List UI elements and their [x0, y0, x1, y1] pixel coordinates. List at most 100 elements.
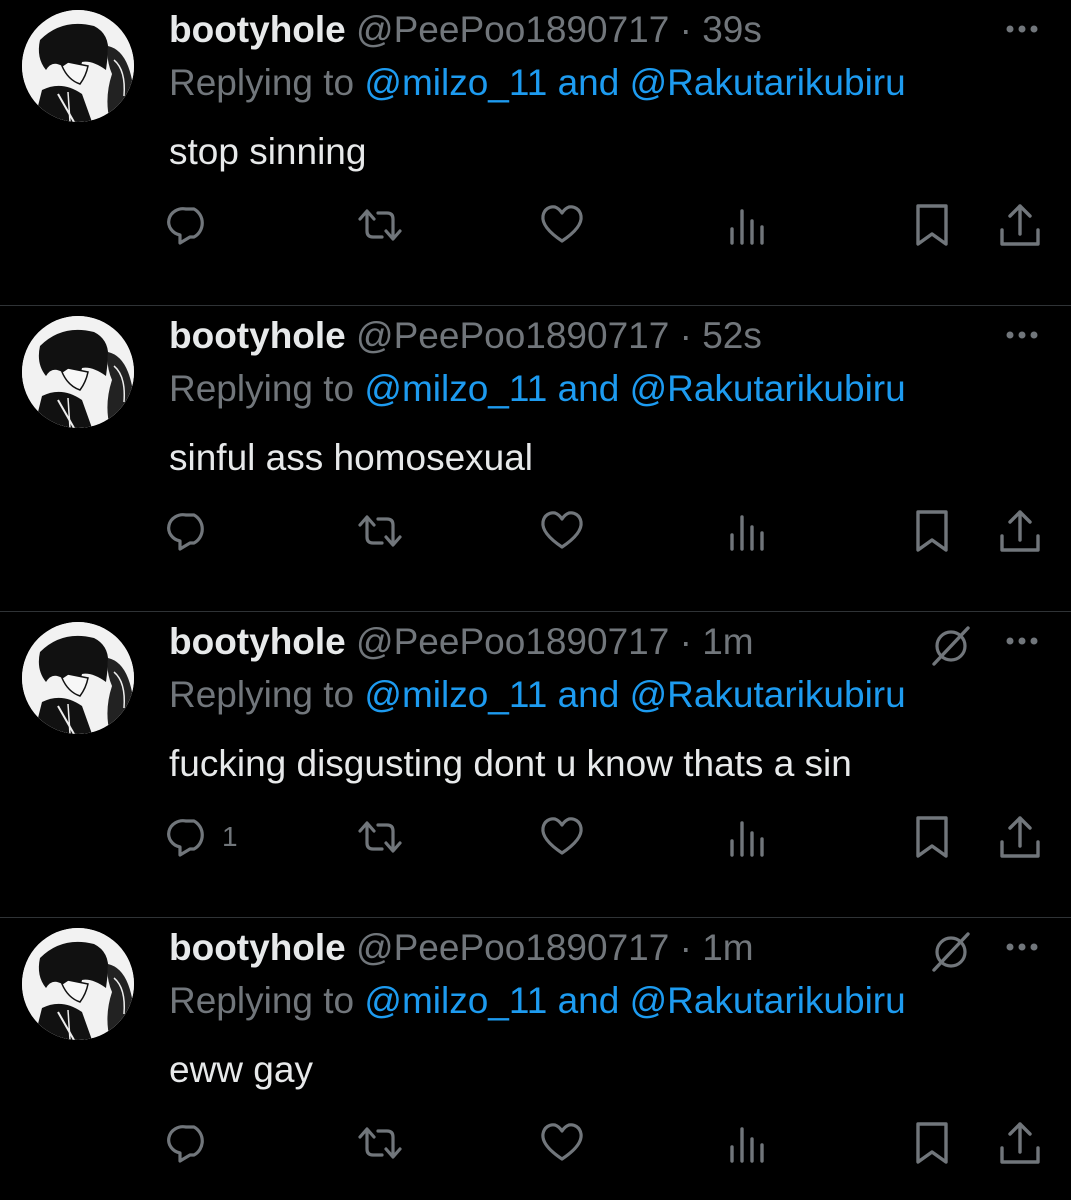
share-button[interactable] — [996, 807, 1044, 867]
replying-to-label: Replying to — [169, 674, 355, 715]
display-name[interactable]: bootyhole — [169, 9, 346, 50]
bookmark-icon — [916, 204, 948, 246]
mention-link[interactable]: @Rakutarikubiru — [630, 980, 906, 1021]
views-icon — [730, 821, 764, 857]
more-icon[interactable] — [1002, 626, 1042, 656]
reply-feed: bootyhole @PeePoo1890717 · 39s Replying … — [0, 0, 1071, 1200]
replying-to-line: Replying to @milzo_11 and @Rakutarikubir… — [169, 978, 906, 1024]
bookmark-button[interactable] — [910, 501, 954, 561]
like-button[interactable] — [537, 1113, 587, 1173]
mention-link[interactable]: @milzo_11 — [364, 674, 547, 715]
reply-button[interactable]: 1 — [166, 807, 238, 867]
more-icon[interactable] — [1002, 14, 1042, 44]
mention-link[interactable]: @Rakutarikubiru — [630, 62, 906, 103]
retweet-button[interactable] — [354, 501, 406, 561]
share-button[interactable] — [996, 1113, 1044, 1173]
tweet-header: bootyhole @PeePoo1890717 · 39s — [169, 8, 762, 52]
heart-icon — [541, 1123, 583, 1161]
user-handle[interactable]: @PeePoo1890717 — [356, 9, 669, 50]
heart-icon — [541, 205, 583, 243]
avatar[interactable] — [22, 10, 134, 122]
tweet-text: fucking disgusting dont u know thats a s… — [169, 743, 852, 784]
bookmark-button[interactable] — [910, 1113, 954, 1173]
replying-to-label: Replying to — [169, 62, 355, 103]
display-name[interactable]: bootyhole — [169, 927, 346, 968]
tweet-header: bootyhole @PeePoo1890717 · 1m — [169, 620, 754, 664]
share-icon — [1000, 1122, 1040, 1164]
reply-icon — [167, 513, 204, 551]
display-name[interactable]: bootyhole — [169, 621, 346, 662]
tweet-actions — [0, 1113, 1071, 1173]
mention-joiner: and — [557, 980, 620, 1021]
retweet-icon — [358, 209, 402, 241]
avatar[interactable] — [22, 316, 134, 428]
views-button[interactable] — [724, 1113, 770, 1173]
reply-button[interactable] — [166, 195, 222, 255]
mention-joiner: and — [557, 62, 620, 103]
share-button[interactable] — [996, 501, 1044, 561]
reply-icon — [167, 207, 204, 245]
separator-dot: · — [679, 927, 692, 968]
like-button[interactable] — [537, 195, 587, 255]
user-handle[interactable]: @PeePoo1890717 — [356, 315, 669, 356]
reply-icon — [167, 819, 204, 857]
muted-icon[interactable] — [928, 928, 974, 974]
views-button[interactable] — [724, 807, 770, 867]
like-button[interactable] — [537, 501, 587, 561]
views-icon — [730, 1127, 764, 1163]
tweet[interactable]: bootyhole @PeePoo1890717 · 52s Replying … — [0, 306, 1071, 612]
share-icon — [1000, 204, 1040, 246]
user-handle[interactable]: @PeePoo1890717 — [356, 927, 669, 968]
bookmark-icon — [916, 816, 948, 858]
reply-button[interactable] — [166, 501, 222, 561]
display-name[interactable]: bootyhole — [169, 315, 346, 356]
tweet-header: bootyhole @PeePoo1890717 · 1m — [169, 926, 754, 970]
retweet-button[interactable] — [354, 1113, 406, 1173]
reply-button[interactable] — [166, 1113, 222, 1173]
muted-icon[interactable] — [928, 622, 974, 668]
mention-joiner: and — [557, 674, 620, 715]
user-handle[interactable]: @PeePoo1890717 — [356, 621, 669, 662]
views-button[interactable] — [724, 195, 770, 255]
mention-link[interactable]: @Rakutarikubiru — [630, 674, 906, 715]
timestamp[interactable]: 1m — [702, 621, 753, 662]
more-icon[interactable] — [1002, 320, 1042, 350]
like-button[interactable] — [537, 807, 587, 867]
avatar-image — [22, 622, 134, 734]
share-button[interactable] — [996, 195, 1044, 255]
tweet[interactable]: bootyhole @PeePoo1890717 · 1m Replying t… — [0, 918, 1071, 1200]
retweet-button[interactable] — [354, 807, 406, 867]
replying-to-label: Replying to — [169, 980, 355, 1021]
views-icon — [730, 209, 764, 245]
avatar-image — [22, 10, 134, 122]
retweet-button[interactable] — [354, 195, 406, 255]
tweet[interactable]: bootyhole @PeePoo1890717 · 39s Replying … — [0, 0, 1071, 306]
heart-icon — [541, 817, 583, 855]
replying-to-label: Replying to — [169, 368, 355, 409]
mention-link[interactable]: @milzo_11 — [364, 62, 547, 103]
tweet[interactable]: bootyhole @PeePoo1890717 · 1m Replying t… — [0, 612, 1071, 918]
separator-dot: · — [679, 315, 692, 356]
tweet-header: bootyhole @PeePoo1890717 · 52s — [169, 314, 762, 358]
bookmark-button[interactable] — [910, 807, 954, 867]
timestamp[interactable]: 52s — [702, 315, 762, 356]
mention-link[interactable]: @milzo_11 — [364, 368, 547, 409]
avatar[interactable] — [22, 622, 134, 734]
reply-count: 1 — [222, 821, 238, 852]
bookmark-button[interactable] — [910, 195, 954, 255]
share-icon — [1000, 816, 1040, 858]
avatar[interactable] — [22, 928, 134, 1040]
views-button[interactable] — [724, 501, 770, 561]
mention-link[interactable]: @milzo_11 — [364, 980, 547, 1021]
bookmark-icon — [916, 1122, 948, 1164]
mention-joiner: and — [557, 368, 620, 409]
more-icon[interactable] — [1002, 932, 1042, 962]
retweet-icon — [358, 515, 402, 547]
timestamp[interactable]: 1m — [702, 927, 753, 968]
retweet-icon — [358, 1127, 402, 1159]
replying-to-line: Replying to @milzo_11 and @Rakutarikubir… — [169, 60, 906, 106]
separator-dot: · — [679, 9, 692, 50]
timestamp[interactable]: 39s — [702, 9, 762, 50]
tweet-actions — [0, 501, 1071, 561]
mention-link[interactable]: @Rakutarikubiru — [630, 368, 906, 409]
